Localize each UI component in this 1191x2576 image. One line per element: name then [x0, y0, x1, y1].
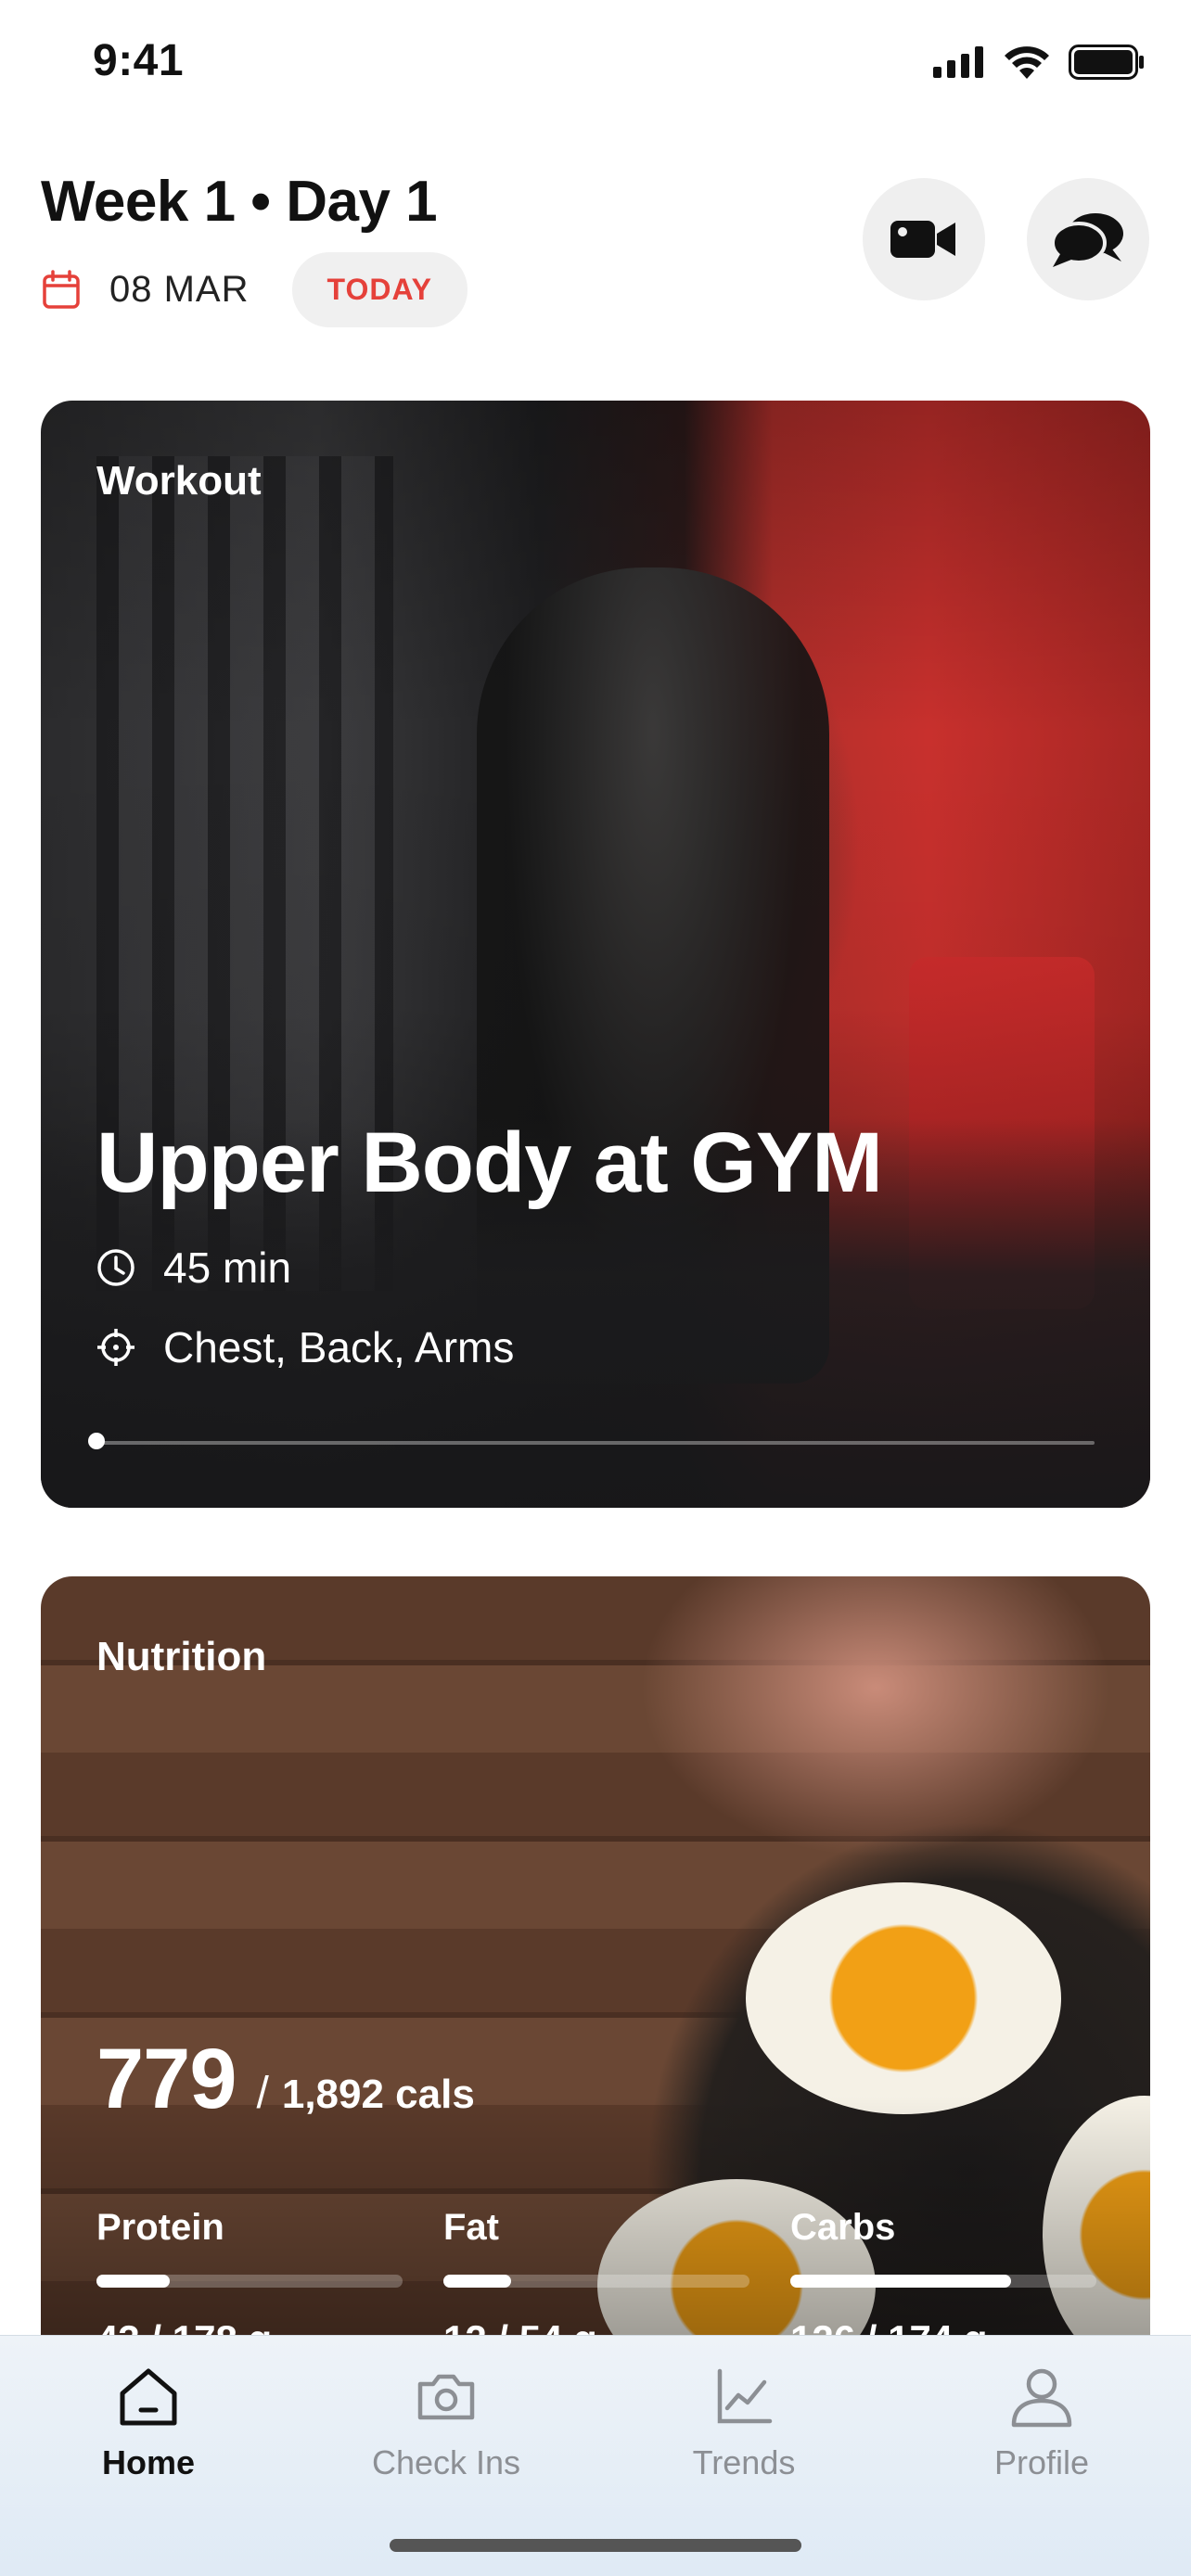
- video-call-button[interactable]: [863, 178, 985, 300]
- macro-label: Protein: [96, 2207, 224, 2248]
- tab-label: Trends: [692, 2443, 796, 2481]
- status-time: 9:41: [93, 36, 185, 85]
- wifi-icon: [1005, 46, 1049, 79]
- workout-duration-row: 45 min: [96, 1243, 291, 1293]
- workout-duration: 45 min: [163, 1243, 292, 1292]
- home-indicator: [390, 2539, 801, 2552]
- macro-track: [96, 2275, 403, 2288]
- nutrition-label: Nutrition: [96, 1634, 267, 1679]
- home-icon: [120, 2368, 177, 2426]
- workout-card[interactable]: Workout Upper Body at GYM 45 min Chest, …: [41, 401, 1150, 1508]
- tab-profile[interactable]: Profile: [949, 2364, 1134, 2482]
- date-label: 08 MAR: [109, 269, 250, 310]
- calories-summary: 779 / 1,892 cals: [96, 2031, 475, 2128]
- calendar-icon: [43, 269, 80, 309]
- tab-home[interactable]: Home: [56, 2364, 241, 2482]
- calories-separator: /: [256, 2069, 269, 2118]
- egg-image: [746, 1882, 1061, 2114]
- camera-icon: [417, 2374, 475, 2420]
- tab-trends[interactable]: Trends: [651, 2364, 837, 2482]
- tab-check-ins[interactable]: Check Ins: [353, 2364, 539, 2482]
- clock-icon: [97, 1249, 134, 1286]
- tab-label: Home: [101, 2443, 196, 2481]
- chart-icon: [717, 2368, 773, 2424]
- calories-current: 779: [96, 2032, 237, 2126]
- tab-label: Check Ins: [371, 2443, 521, 2481]
- workout-targets-row: Chest, Back, Arms: [96, 1322, 514, 1372]
- today-badge[interactable]: TODAY: [291, 252, 467, 327]
- workout-progress-dot: [88, 1433, 105, 1449]
- workout-progress-track: [88, 1433, 1095, 1449]
- profile-icon: [1011, 2368, 1072, 2428]
- macro-label: Carbs: [790, 2207, 896, 2248]
- status-icons: [933, 45, 1145, 80]
- page-title: Week 1 • Day 1: [41, 170, 438, 234]
- date-row: 08 MAR TODAY: [41, 252, 467, 327]
- macro-fill: [443, 2275, 511, 2288]
- macro-fill: [790, 2275, 1011, 2288]
- status-bar: 9:41: [0, 0, 1191, 130]
- workout-targets: Chest, Back, Arms: [163, 1323, 515, 1371]
- chat-button[interactable]: [1027, 178, 1149, 300]
- macro-track: [443, 2275, 749, 2288]
- video-camera-icon: [890, 221, 955, 258]
- calories-goal: 1,892 cals: [281, 2072, 475, 2117]
- target-icon: [97, 1329, 134, 1366]
- chat-bubbles-icon: [1051, 213, 1123, 267]
- workout-label: Workout: [96, 458, 262, 504]
- tab-label: Profile: [993, 2443, 1090, 2481]
- macro-label: Fat: [443, 2207, 499, 2248]
- macro-track: [790, 2275, 1096, 2288]
- macro-fill: [96, 2275, 171, 2288]
- battery-icon: [1069, 45, 1144, 80]
- workout-title: Upper Body at GYM: [96, 1116, 883, 1210]
- signal-icon: [933, 46, 983, 78]
